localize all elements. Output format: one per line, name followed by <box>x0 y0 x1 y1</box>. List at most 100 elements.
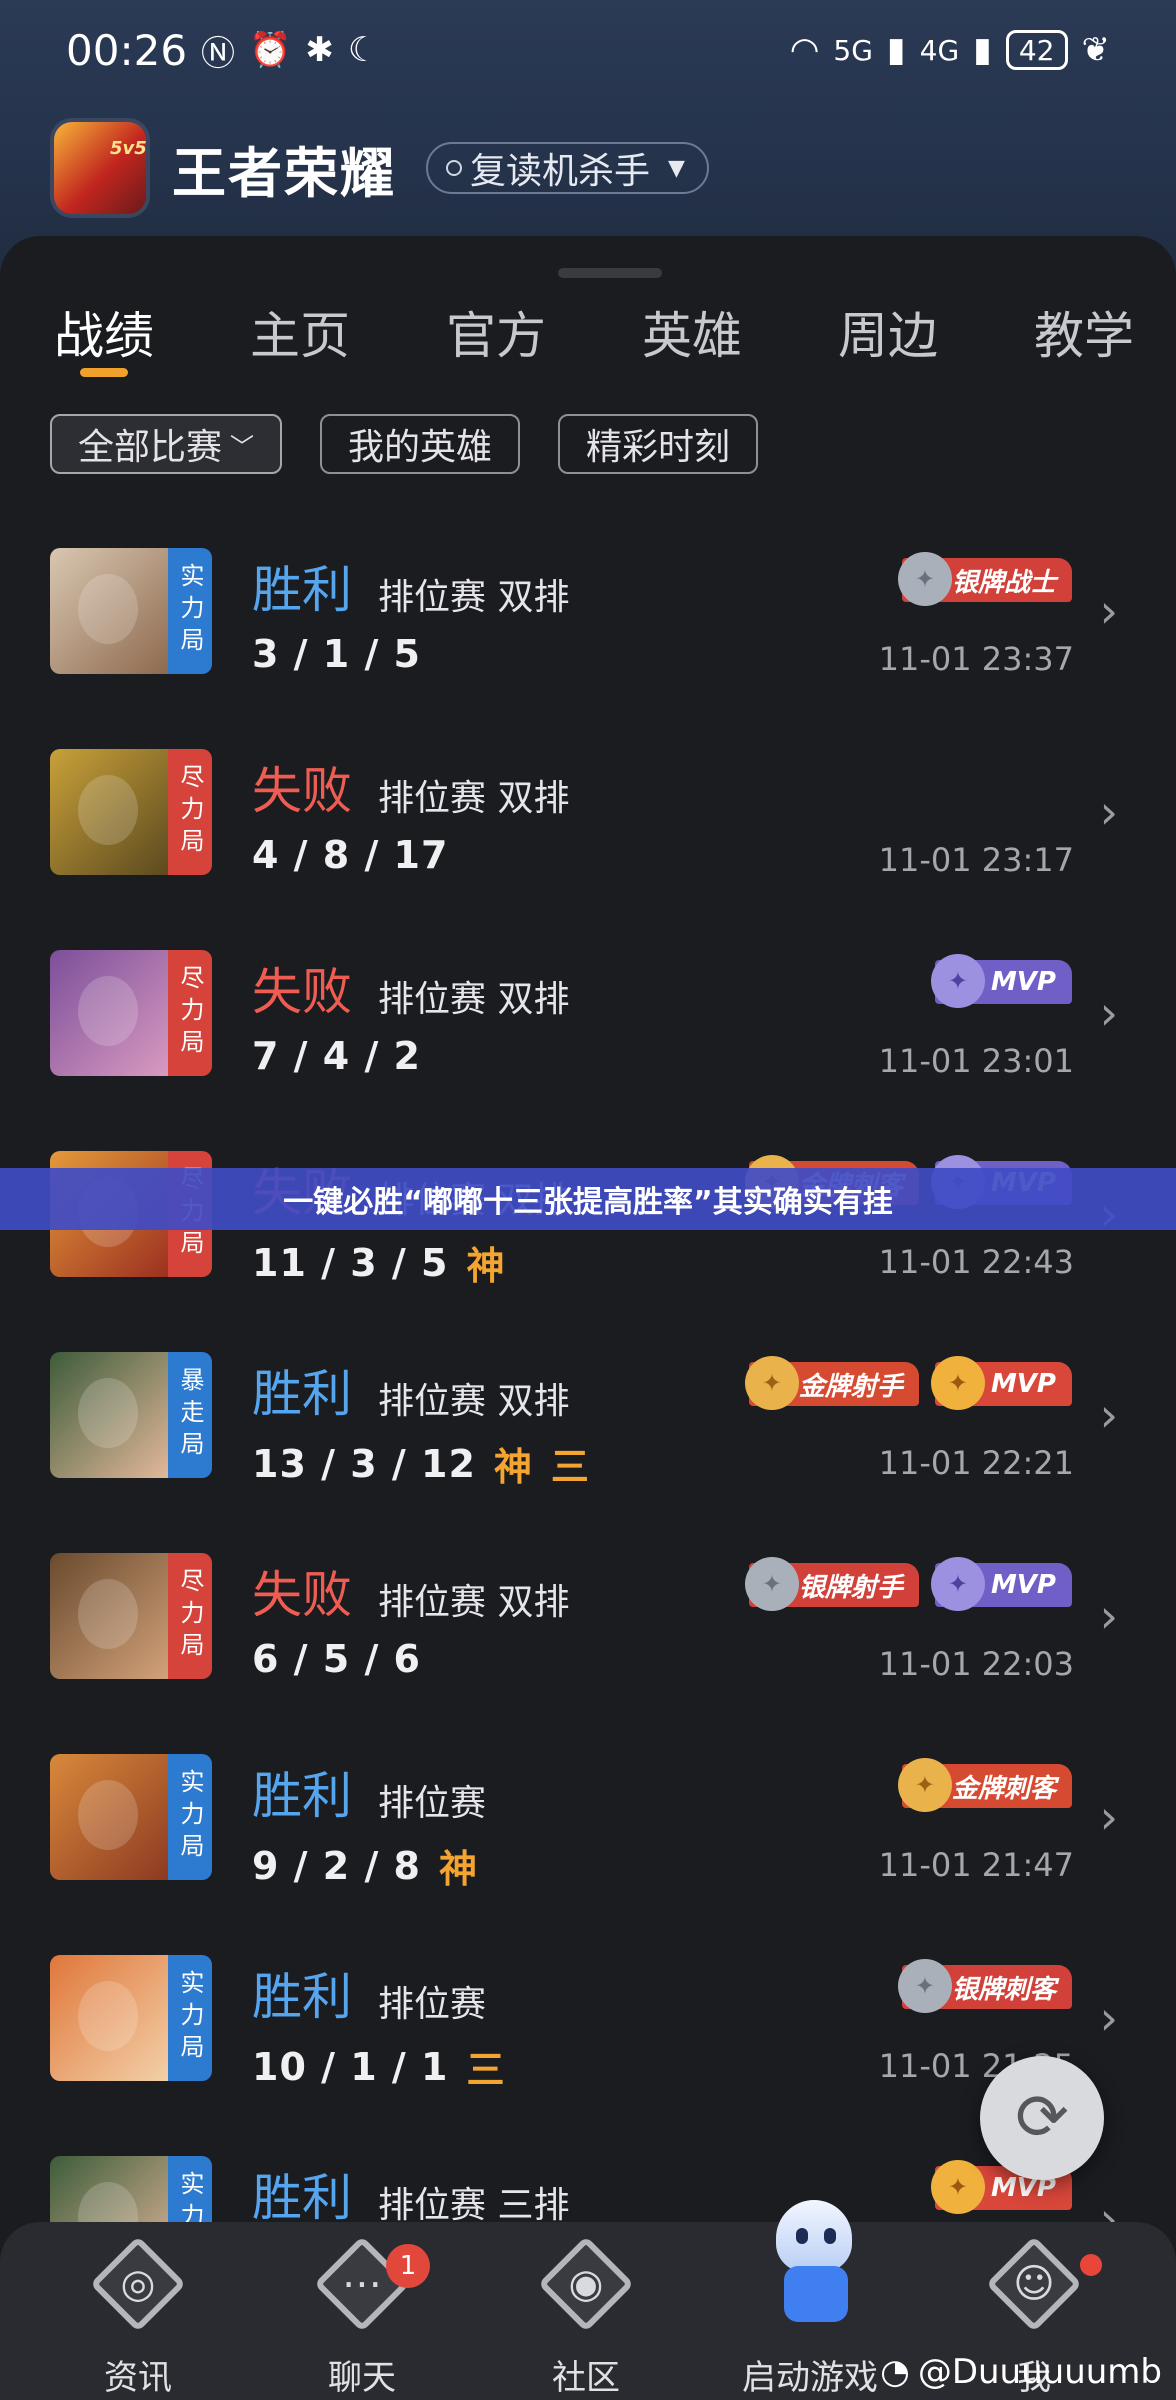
match-row[interactable]: 暴走局 胜利 排位赛 双排 13 / 3 / 12 神三 ✦ 金牌射手 ✦ MVP 11-01 2… <box>0 1332 1176 1533</box>
overlay-banner: 一键必胜“嘟嘟十三张提高胜率”其实确实有挂 <box>0 1168 1176 1230</box>
hero-avatar <box>50 1754 168 1880</box>
refresh-button[interactable]: ⟳ <box>980 2056 1104 2180</box>
filter-my-heroes[interactable]: 我的英雄 <box>320 414 521 474</box>
match-badges: ✦ 金牌射手 ✦ MVP <box>744 1356 1072 1410</box>
weibo-icon: ◔ <box>880 2352 910 2392</box>
match-row[interactable]: 尽力局失败排位赛 双排11 / 3 / 5神✦金牌刺客✦MVP11-01 22:… <box>0 1131 1176 1332</box>
performance-mark: 三 <box>550 1445 590 1489</box>
badge-label: 银牌射手 <box>798 1572 903 1603</box>
match-result: 失败 <box>252 762 352 820</box>
clock: 00:26 <box>66 25 188 75</box>
match-row[interactable]: 实力局 胜利 排位赛 9 / 2 / 8 神 ✦ 金牌刺客 11-01 21:47 › <box>0 1734 1176 1935</box>
chevron-down-icon: ﹀ <box>230 432 255 461</box>
match-kda-group: 4 / 8 / 17 <box>252 833 448 877</box>
launch-game-mascot-icon <box>756 2200 864 2338</box>
chevron-right-icon[interactable]: › <box>1100 785 1118 839</box>
match-kda: 6 / 5 / 6 <box>252 1637 421 1681</box>
network-4g-label: 4G <box>919 33 960 67</box>
match-result: 失败 <box>252 1566 352 1624</box>
nav-launch-game-label: 启动游戏 <box>742 2358 878 2398</box>
wifi-icon: ◠ <box>789 30 820 70</box>
match-mode: 排位赛 双排 <box>378 979 570 1020</box>
tab-home[interactable]: 主页 <box>196 296 392 376</box>
banner-text: 一键必胜“嘟嘟十三张提高胜率”其实确实有挂 <box>283 1185 893 1220</box>
signal-icon-2: ▮ <box>973 30 992 70</box>
badge-label: MVP <box>990 1369 1056 1399</box>
chevron-right-icon[interactable]: › <box>1100 1790 1118 1844</box>
match-tag: 实力局 <box>168 548 212 674</box>
watermark-text: @Duuuuuumb <box>917 2352 1162 2392</box>
match-mode: 排位赛 双排 <box>378 1582 570 1623</box>
status-right: ◠ 5G ▮ 4G ▮ 42 ❦ <box>790 30 1110 70</box>
chevron-right-icon[interactable]: › <box>1100 1589 1118 1643</box>
match-badges: ✦ 金牌刺客 <box>897 1758 1072 1812</box>
match-time: 11-01 23:37 <box>878 640 1074 678</box>
performance-mark: 神 <box>466 1244 506 1288</box>
filter-bar: 全部比赛 ﹀ 我的英雄 精彩时刻 <box>50 414 759 474</box>
chevron-right-icon[interactable]: › <box>1100 986 1118 1040</box>
filter-highlights[interactable]: 精彩时刻 <box>558 414 759 474</box>
server-name: 复读机杀手 <box>470 151 651 192</box>
match-row[interactable]: 尽力局 失败 排位赛 双排 6 / 5 / 6 ✦ 银牌射手 ✦ MVP 11-01 22:03… <box>0 1533 1176 1734</box>
match-tag: 实力局 <box>168 1754 212 1880</box>
match-time: 11-01 22:21 <box>878 1444 1074 1482</box>
game-logo-icon[interactable]: 5v5 <box>50 118 150 218</box>
tab-official[interactable]: 官方 <box>392 296 588 376</box>
medal-icon: ✦ <box>930 1356 985 1410</box>
news-icon: ◎ <box>84 2230 192 2338</box>
match-badges: ✦ MVP <box>930 954 1072 1008</box>
chevron-right-icon[interactable]: › <box>1100 584 1118 638</box>
hero-avatar <box>50 1352 168 1478</box>
medal-icon: ✦ <box>897 552 952 606</box>
match-row[interactable]: 实力局 胜利 排位赛 双排 3 / 1 / 5 ✦ 银牌战士 11-01 23:37 › <box>0 528 1176 729</box>
server-status-icon <box>446 160 462 176</box>
medal-icon: ✦ <box>744 1557 799 1611</box>
drag-handle[interactable] <box>558 268 662 278</box>
filter-all-matches-label: 全部比赛 <box>78 427 223 468</box>
match-time: 11-01 23:17 <box>878 841 1074 879</box>
match-badges: ✦ 银牌战士 <box>897 552 1072 606</box>
match-kda: 7 / 4 / 2 <box>252 1034 421 1078</box>
match-time: 11-01 23:01 <box>878 1042 1074 1080</box>
community-icon: ◉ <box>532 2230 640 2338</box>
match-result: 胜利 <box>252 1767 352 1825</box>
match-tag: 尽力局 <box>168 1553 212 1679</box>
nav-chat[interactable]: ⋯ 1 聊天 <box>282 2230 442 2399</box>
filter-all-matches[interactable]: 全部比赛 ﹀ <box>50 414 283 474</box>
hero-avatar <box>50 749 168 875</box>
nav-news[interactable]: ◎ 资讯 <box>58 2230 218 2399</box>
nav-news-label: 资讯 <box>104 2358 172 2398</box>
status-bar: 00:26 Ⓝ ⏰ ✱ ☾ ◠ 5G ▮ 4G ▮ 42 ❦ <box>0 0 1176 100</box>
nav-launch-game[interactable]: 启动游戏 <box>730 2200 890 2399</box>
status-left: 00:26 Ⓝ ⏰ ✱ ☾ <box>66 26 378 75</box>
caret-down-icon: ▼ <box>668 155 685 181</box>
profile-icon: ☺ <box>980 2230 1102 2338</box>
match-kda: 4 / 8 / 17 <box>252 833 449 877</box>
chevron-right-icon[interactable]: › <box>1100 1388 1118 1442</box>
match-kda: 3 / 1 / 5 <box>252 632 421 676</box>
badge-label: MVP <box>990 1570 1056 1600</box>
match-row[interactable]: 尽力局 失败 排位赛 双排 4 / 8 / 17 11-01 23:17 › <box>0 729 1176 930</box>
server-selector[interactable]: 复读机杀手 ▼ <box>426 142 709 194</box>
match-mode: 排位赛 双排 <box>378 1381 570 1422</box>
watermark: ◔ @Duuuuuumb <box>880 2352 1162 2392</box>
badge-label: MVP <box>990 967 1056 997</box>
mvp-badge: ✦MVP <box>930 1356 1072 1410</box>
notification-dot <box>1080 2254 1102 2276</box>
tab-heroes[interactable]: 英雄 <box>588 296 784 376</box>
hero-avatar <box>50 548 168 674</box>
nav-community[interactable]: ◉ 社区 <box>506 2230 666 2399</box>
match-mode: 排位赛 <box>378 1984 487 2025</box>
match-row[interactable]: 尽力局 失败 排位赛 双排 7 / 4 / 2 ✦ MVP 11-01 23:01 › <box>0 930 1176 1131</box>
match-kda-group: 13 / 3 / 12 神三 <box>252 1436 590 1491</box>
battery-indicator: 42 <box>1005 30 1068 70</box>
tab-records[interactable]: 战绩 <box>0 296 196 377</box>
chevron-right-icon[interactable]: › <box>1100 1991 1118 2045</box>
bluetooth-icon: ✱ <box>305 30 334 70</box>
medal-icon: ✦ <box>897 1758 952 1812</box>
match-mode: 排位赛 双排 <box>378 778 570 819</box>
tab-merch[interactable]: 周边 <box>784 296 980 376</box>
tab-tutorial[interactable]: 教学 <box>980 296 1176 376</box>
nav-chat-label: 聊天 <box>328 2358 396 2398</box>
match-kda-group: 6 / 5 / 6 <box>252 1637 421 1681</box>
